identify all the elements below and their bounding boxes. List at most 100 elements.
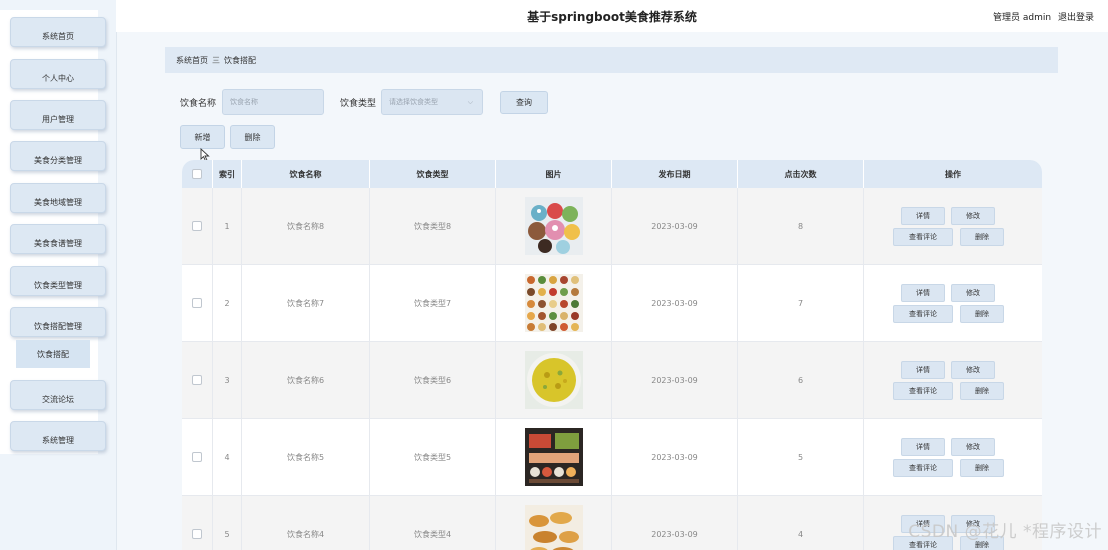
name-search-label: 饮食名称 [180, 99, 217, 109]
row-delete-button[interactable]: 删除 [960, 228, 1004, 246]
sidebar-item-label: 系统管理 [42, 435, 74, 445]
col-index: 索引 [213, 160, 242, 188]
detail-button[interactable]: 详情 [901, 284, 945, 302]
row-checkbox[interactable] [192, 298, 202, 308]
col-date: 发布日期 [612, 160, 738, 188]
row-actions: 详情 修改 查看评论 删除 [864, 419, 1042, 495]
sidebar-item-label: 交流论坛 [42, 394, 74, 404]
row-image-cell [496, 265, 612, 341]
sidebar-item-food-category[interactable]: 美食分类管理 [10, 141, 106, 171]
sidebar-item-label: 美食地域管理 [34, 197, 82, 207]
view-comments-button[interactable]: 查看评论 [893, 459, 953, 477]
row-actions: 详情 修改 查看评论 删除 [864, 265, 1042, 341]
detail-button[interactable]: 详情 [901, 361, 945, 379]
select-all-cell [182, 160, 213, 188]
row-clicks: 5 [738, 419, 864, 495]
row-actions: 详情 修改 查看评论 删除 [864, 188, 1042, 264]
row-image-cell [496, 419, 612, 495]
edit-button[interactable]: 修改 [951, 361, 995, 379]
row-clicks: 6 [738, 342, 864, 418]
sidebar: 系统首页 个人中心 用户管理 美食分类管理 美食地域管理 美食食谱管理 饮食类型… [0, 0, 117, 550]
name-search-placeholder: 饮食名称 [230, 98, 258, 106]
row-delete-button[interactable]: 删除 [960, 305, 1004, 323]
row-checkbox[interactable] [192, 529, 202, 539]
app-title: 基于springboot美食推荐系统 [527, 10, 697, 24]
row-checkbox[interactable] [192, 452, 202, 462]
table-row: 3 饮食名称6 饮食类型6 2023-03-09 6 详情 修改 查看评论 删除 [182, 342, 1042, 419]
sidebar-item-home[interactable]: 系统首页 [10, 17, 106, 47]
row-name: 饮食名称4 [242, 496, 370, 550]
type-select[interactable]: 请选择饮食类型 ⌵ [381, 89, 483, 115]
sidebar-item-label: 用户管理 [42, 114, 74, 124]
row-name: 饮食名称8 [242, 188, 370, 264]
edit-button[interactable]: 修改 [951, 438, 995, 456]
row-select-cell [182, 342, 213, 418]
select-all-checkbox[interactable] [192, 169, 202, 179]
type-search-label: 饮食类型 [340, 99, 377, 109]
data-table: 索引 饮食名称 饮食类型 图片 发布日期 点击次数 操作 1 饮食名称8 饮食类… [182, 160, 1042, 550]
query-button[interactable]: 查询 [500, 91, 548, 114]
row-select-cell [182, 419, 213, 495]
row-delete-button[interactable]: 删除 [960, 459, 1004, 477]
sidebar-item-forum[interactable]: 交流论坛 [10, 380, 106, 410]
curry-plate-image [524, 351, 583, 409]
row-type: 饮食类型7 [370, 265, 496, 341]
edit-button[interactable]: 修改 [951, 284, 995, 302]
row-index: 4 [213, 419, 242, 495]
sidebar-item-user-management[interactable]: 用户管理 [10, 100, 106, 130]
row-date: 2023-03-09 [612, 265, 738, 341]
sidebar-item-system[interactable]: 系统管理 [10, 421, 106, 451]
sidebar-item-label: 饮食搭配管理 [34, 321, 82, 331]
row-index: 2 [213, 265, 242, 341]
logout-link[interactable]: 退出登录 [1058, 13, 1094, 23]
row-type: 饮食类型6 [370, 342, 496, 418]
table-row: 1 饮食名称8 饮食类型8 2023-03-09 8 详情 修改 查看评论 删除 [182, 188, 1042, 265]
row-name: 饮食名称5 [242, 419, 370, 495]
row-checkbox[interactable] [192, 375, 202, 385]
col-clicks: 点击次数 [738, 160, 864, 188]
col-actions: 操作 [945, 169, 961, 179]
table-row: 4 饮食名称5 饮食类型5 2023-03-09 5 详情 修改 查看评论 删除 [182, 419, 1042, 496]
row-image-cell [496, 496, 612, 550]
row-index: 1 [213, 188, 242, 264]
user-label: 管理员 admin [993, 13, 1052, 23]
detail-button[interactable]: 详情 [901, 438, 945, 456]
row-image-cell [496, 342, 612, 418]
sidebar-item-diet-pairing[interactable]: 饮食搭配管理 [10, 307, 106, 337]
sidebar-item-label: 美食食谱管理 [34, 238, 82, 248]
sidebar-item-label: 个人中心 [42, 73, 74, 83]
breadcrumb-home[interactable]: 系统首页 [176, 55, 208, 66]
row-date: 2023-03-09 [612, 419, 738, 495]
top-bar: 基于springboot美食推荐系统 管理员 admin 退出登录 [116, 0, 1108, 32]
user-area: 管理员 admin 退出登录 [993, 10, 1094, 23]
food-collage-image [524, 274, 583, 332]
row-type: 饮食类型4 [370, 496, 496, 550]
sidebar-item-food-recipe[interactable]: 美食食谱管理 [10, 224, 106, 254]
batch-delete-button[interactable]: 删除 [230, 125, 275, 149]
col-type: 饮食类型 [370, 160, 496, 188]
view-comments-button[interactable]: 查看评论 [893, 305, 953, 323]
row-delete-button[interactable]: 删除 [960, 382, 1004, 400]
view-comments-button[interactable]: 查看评论 [893, 382, 953, 400]
row-select-cell [182, 188, 213, 264]
pastries-image [524, 505, 583, 550]
row-date: 2023-03-09 [612, 496, 738, 550]
row-type: 饮食类型8 [370, 188, 496, 264]
name-search-input[interactable]: 饮食名称 [222, 89, 324, 115]
edit-button[interactable]: 修改 [951, 207, 995, 225]
add-button[interactable]: 新增 [180, 125, 225, 149]
row-clicks: 4 [738, 496, 864, 550]
view-comments-button[interactable]: 查看评论 [893, 228, 953, 246]
col-name: 饮食名称 [242, 160, 370, 188]
sidebar-item-food-region[interactable]: 美食地域管理 [10, 183, 106, 213]
row-select-cell [182, 496, 213, 550]
breadcrumb-separator: 三 [212, 55, 220, 65]
detail-button[interactable]: 详情 [901, 207, 945, 225]
sidebar-item-diet-type[interactable]: 饮食类型管理 [10, 266, 106, 296]
sidebar-item-personal-center[interactable]: 个人中心 [10, 59, 106, 89]
sidebar-subitem-diet-pairing[interactable]: 饮食搭配 [16, 340, 90, 368]
row-select-cell [182, 265, 213, 341]
row-name: 饮食名称6 [242, 342, 370, 418]
row-checkbox[interactable] [192, 221, 202, 231]
row-clicks: 8 [738, 188, 864, 264]
